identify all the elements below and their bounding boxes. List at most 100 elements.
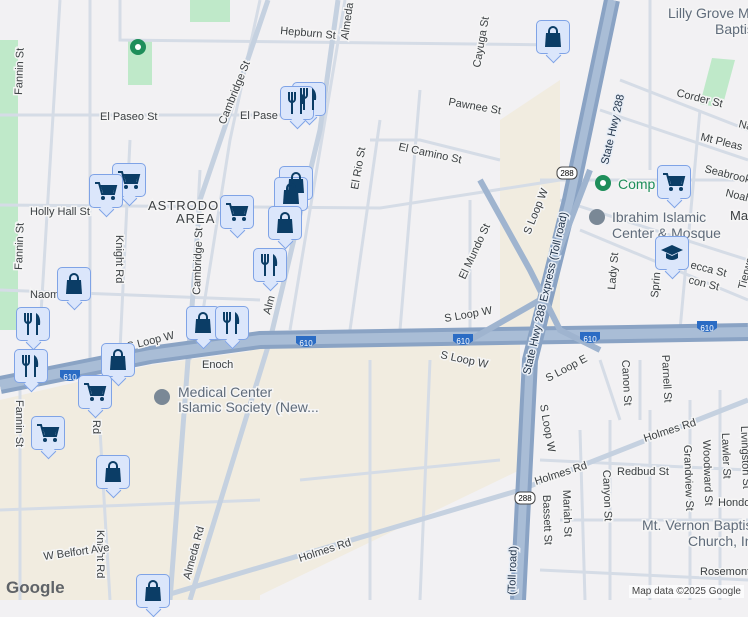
restaurant-icon (22, 312, 44, 336)
highway-label: State Hwy 288 (599, 93, 627, 165)
street-label: Mariah St (560, 490, 574, 537)
google-logo: Google (6, 578, 65, 597)
restaurant-icon (286, 91, 308, 115)
street-label: Rd (90, 420, 102, 434)
street-label: El Mundo St (457, 222, 493, 281)
street-label: El Rio St (349, 146, 368, 190)
street-label: Naom (30, 289, 59, 301)
shopping-bag-icon (193, 312, 213, 334)
poi-mt-vernon-church[interactable]: Mt. Vernon Baptis Church, In (641, 516, 748, 551)
shopping-pin[interactable] (96, 455, 130, 489)
shopping-bag-icon (108, 349, 128, 371)
svg-text:Church, In: Church, In (688, 533, 748, 549)
shopping-cart-icon (83, 382, 107, 402)
street-label: Cambridge St (191, 227, 205, 295)
svg-text:610: 610 (456, 337, 470, 346)
school-icon (660, 243, 684, 263)
shopping-cart-icon (94, 181, 118, 201)
svg-text:288: 288 (518, 494, 532, 503)
park-marker-icon[interactable] (130, 39, 146, 55)
street-label: Hepburn St (280, 25, 336, 42)
shopping-cart-icon (36, 423, 60, 443)
place-of-worship-icon (589, 209, 605, 225)
street-label: Almeda Rd (339, 0, 358, 40)
shopping-cart-icon (662, 172, 686, 192)
grocery-pin[interactable] (220, 195, 254, 229)
street-label: S Loop E (544, 353, 590, 385)
shopping-bag-icon (275, 212, 295, 234)
street-label: El Paseo St (100, 111, 157, 123)
street-label: Noah (724, 187, 748, 205)
poi-ibrahim-mosque[interactable]: Ibrahim Islamic Center & Mosque (589, 208, 723, 243)
shopping-cart-icon (117, 170, 141, 190)
street-label: El Camino St (397, 141, 462, 166)
street-label: Na (737, 118, 748, 133)
restaurant-icon (259, 253, 281, 277)
svg-text:610: 610 (700, 324, 714, 333)
restaurant-pin[interactable] (14, 349, 48, 383)
svg-text:610: 610 (299, 339, 313, 348)
restaurant-pin[interactable] (253, 248, 287, 282)
street-label: Canon St (619, 360, 633, 406)
shopping-pin[interactable] (57, 267, 91, 301)
street-label: Sprin (649, 272, 663, 299)
grocery-pin[interactable] (78, 375, 112, 409)
shopping-bag-icon (64, 273, 84, 295)
shopping-pin[interactable] (136, 574, 170, 608)
street-label: Knight Rd (113, 235, 125, 283)
street-label: El Pase (240, 110, 278, 122)
street-label: Redbud St (617, 466, 669, 478)
map-canvas[interactable]: 610 610 610 610 610 288 288 Hepburn St A… (0, 0, 748, 600)
street-label: Enoch (202, 359, 233, 371)
street-label: Woodward St (700, 440, 714, 506)
street-label: Lawler St (719, 433, 733, 479)
svg-text:Mt. Vernon Baptis: Mt. Vernon Baptis (642, 517, 748, 533)
grocery-pin[interactable] (31, 416, 65, 450)
street-label: Tierwester (736, 238, 748, 291)
svg-text:610: 610 (583, 335, 597, 344)
svg-text:Ibrahim Islamic: Ibrahim Islamic (612, 209, 706, 225)
shopping-cart-icon (225, 202, 249, 222)
i610-shield: 610 (60, 370, 80, 382)
street-label: Grandview St (681, 445, 695, 511)
street-label: Livingston St (738, 426, 748, 489)
map-attribution[interactable]: Map data ©2025 Google (628, 585, 744, 598)
area-label: AREA (176, 211, 215, 226)
shopping-bag-icon (103, 461, 123, 483)
shopping-pin[interactable] (536, 20, 570, 54)
school-pin[interactable] (655, 236, 689, 270)
restaurant-pin[interactable] (16, 307, 50, 341)
street-label: Bassett St (540, 495, 554, 546)
svg-text:Islamic Society (New...: Islamic Society (New... (178, 399, 319, 415)
svg-text:Medical Center: Medical Center (178, 384, 272, 400)
street-label: Canyon St (600, 470, 614, 522)
sh288-shield: 288 (556, 166, 578, 180)
street-label: Fannin St (13, 400, 25, 447)
street-label: Pawnee St (447, 96, 501, 117)
street-label: Lady St (606, 252, 621, 290)
park-area (190, 0, 230, 22)
street-label: Cayuga St (471, 16, 492, 69)
sh288-shield: 288 (514, 491, 536, 505)
poi-lilly-grove[interactable]: Lilly Grove M Baptis (667, 4, 748, 39)
street-label: Parnell St (659, 355, 673, 403)
svg-text:Lilly Grove M: Lilly Grove M (668, 5, 748, 21)
shopping-pin[interactable] (101, 343, 135, 377)
shopping-bag-icon (143, 580, 163, 602)
street-label: Seabrook (703, 163, 748, 186)
restaurant-icon (221, 311, 243, 335)
street-label: Fannin St (13, 48, 27, 95)
shopping-pin[interactable] (268, 206, 302, 240)
shopping-bag-icon (281, 183, 301, 205)
svg-text:610: 610 (63, 373, 77, 382)
grocery-pin[interactable] (657, 165, 691, 199)
street-label: Hondo (718, 497, 748, 509)
street-label: Rosemont (700, 566, 748, 578)
svg-text:Baptis: Baptis (715, 21, 748, 37)
restaurant-pin[interactable] (215, 306, 249, 340)
street-label: Ma (730, 208, 748, 223)
street-label: S Loop W (537, 403, 557, 453)
street-label: Holly Hall St (30, 206, 90, 218)
street-label: Fannin St (13, 223, 27, 270)
svg-text:288: 288 (560, 169, 574, 178)
